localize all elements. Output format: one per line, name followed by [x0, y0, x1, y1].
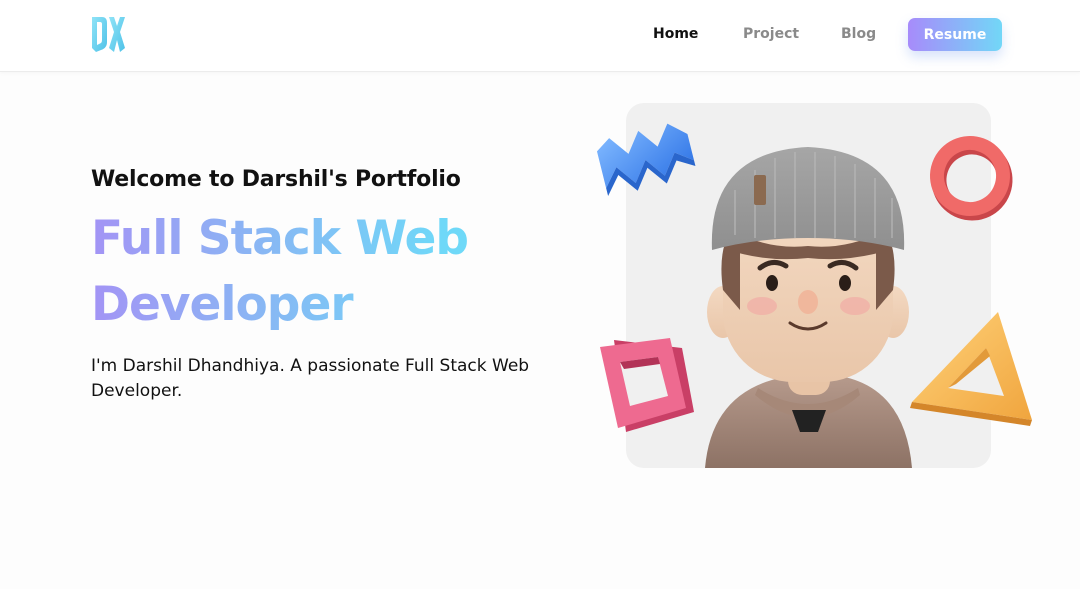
headline: Full Stack Web Developer	[91, 206, 531, 338]
nav-link-project[interactable]: Project	[743, 26, 799, 42]
nav-link-home[interactable]: Home	[653, 26, 698, 42]
avatar-icon	[705, 147, 912, 468]
orange-triangle-shape-icon	[910, 312, 1032, 426]
resume-button[interactable]: Resume	[908, 18, 1002, 51]
pink-square-frame-icon	[600, 338, 694, 432]
navbar: Home Project Blog Resume	[0, 0, 1080, 72]
welcome-heading: Welcome to Darshil's Portfolio	[91, 167, 461, 192]
blue-wave-shape-icon	[596, 123, 696, 197]
red-ring-shape-icon	[930, 136, 1013, 221]
avatar-illustration	[596, 123, 1032, 468]
tagline: I'm Darshil Dhandhiya. A passionate Full…	[91, 356, 530, 401]
nav-link-blog[interactable]: Blog	[841, 26, 876, 42]
